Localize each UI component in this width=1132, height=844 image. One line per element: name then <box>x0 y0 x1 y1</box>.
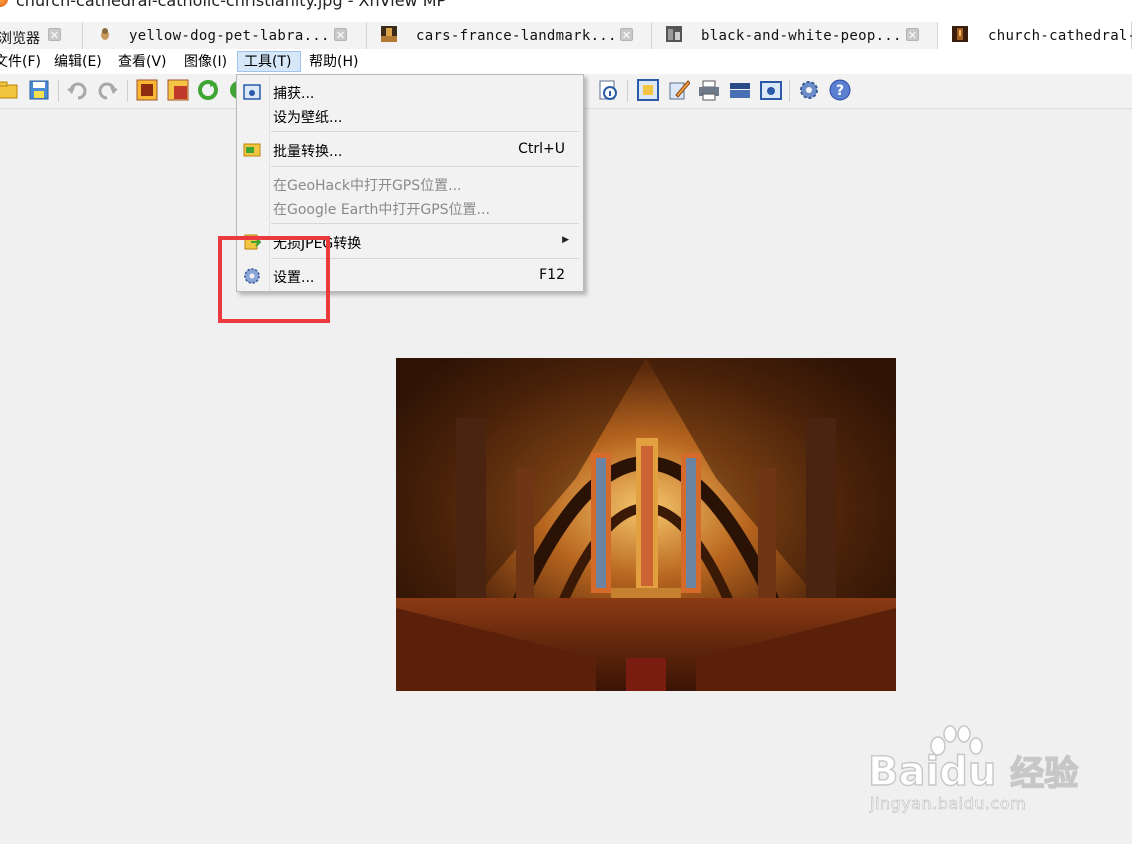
thumbnail-bw-people-icon <box>666 26 682 42</box>
watermark-url: jingyan.baidu.com <box>870 794 1027 814</box>
menu-item-set-wallpaper[interactable]: 设为壁纸... <box>237 104 583 128</box>
menu-item-label: 捕获... <box>273 86 315 102</box>
menu-item-label: 在Google Earth中打开GPS位置... <box>273 202 490 218</box>
menu-image[interactable]: 图像(I) <box>184 52 227 73</box>
redo-icon[interactable] <box>97 79 119 101</box>
menu-separator <box>271 131 579 132</box>
capture-icon[interactable] <box>760 79 782 101</box>
menu-help[interactable]: 帮助(H) <box>309 52 358 73</box>
thumbnail-church-icon <box>952 26 968 42</box>
tab-image-active[interactable]: church-cathedral-c <box>938 22 1132 49</box>
svg-text:?: ? <box>836 83 844 99</box>
toolbar-separator <box>627 80 628 102</box>
open-folder-icon[interactable] <box>0 79 20 101</box>
close-icon[interactable]: ✕ <box>620 28 633 42</box>
toolbar-separator <box>127 80 128 102</box>
menu-item-label: 在GeoHack中打开GPS位置... <box>273 178 462 194</box>
menu-file[interactable]: 文件(F) <box>0 52 41 73</box>
close-icon[interactable]: ✕ <box>48 28 61 42</box>
watermark-brand: Baidu 经验 <box>867 748 1079 795</box>
menu-separator <box>271 166 579 167</box>
menu-edit[interactable]: 编辑(E) <box>54 52 102 73</box>
edit-icon[interactable] <box>668 79 691 101</box>
print-icon[interactable] <box>698 79 720 101</box>
menu-item-batch-convert[interactable]: 批量转换... Ctrl+U <box>237 138 583 162</box>
app-icon <box>0 0 8 7</box>
menu-item-google-earth: 在Google Earth中打开GPS位置... <box>237 196 583 220</box>
tab-label: cars-france-landmark... <box>416 28 617 44</box>
title-bar: church-cathedral-catholic-christianity.j… <box>0 0 1132 22</box>
menu-item-shortcut: F12 <box>539 267 565 283</box>
help-icon[interactable]: ? <box>829 79 851 101</box>
menu-tools[interactable]: 工具(T) <box>237 51 301 72</box>
tab-label: black-and-white-peop... <box>701 28 902 44</box>
tab-image[interactable]: yellow-dog-pet-labra... ✕ <box>83 22 367 49</box>
capture-icon <box>243 84 261 100</box>
image-viewer-photo <box>396 358 896 691</box>
batch-convert-icon <box>243 143 261 157</box>
close-icon[interactable]: ✕ <box>906 28 919 42</box>
menu-item-capture[interactable]: 捕获... <box>237 80 583 104</box>
menu-view[interactable]: 查看(V) <box>118 52 167 73</box>
undo-icon[interactable] <box>66 79 88 101</box>
menu-separator <box>271 223 579 224</box>
menu-bar: 文件(F) 编辑(E) 查看(V) 图像(I) 工具(T) 帮助(H) <box>0 49 1132 74</box>
resize-icon[interactable] <box>167 79 189 101</box>
tab-label: yellow-dog-pet-labra... <box>129 28 330 44</box>
menu-item-label: 设为壁纸... <box>273 110 343 126</box>
save-icon[interactable] <box>28 79 50 101</box>
submenu-arrow-icon: ▶ <box>562 235 569 245</box>
tab-image[interactable]: black-and-white-peop... ✕ <box>652 22 938 49</box>
thumbnail-dog-icon <box>97 26 113 42</box>
crop-icon[interactable] <box>136 79 158 101</box>
annotation-highlight-box <box>218 236 330 323</box>
tab-bar: 浏览器 ✕ yellow-dog-pet-labra... ✕ cars-fra… <box>0 22 1132 50</box>
window-title: church-cathedral-catholic-christianity.j… <box>16 0 447 10</box>
thumbnail-cars-icon <box>381 26 397 42</box>
fit-window-icon[interactable] <box>637 79 659 101</box>
close-icon[interactable]: ✕ <box>334 28 347 42</box>
toolbar-separator <box>789 80 790 102</box>
tab-browser[interactable]: 浏览器 ✕ <box>0 22 83 49</box>
tab-label: church-cathedral-c <box>988 28 1132 44</box>
menu-item-geohack: 在GeoHack中打开GPS位置... <box>237 172 583 196</box>
info-icon[interactable] <box>597 79 619 101</box>
toolbar-separator <box>58 80 59 102</box>
settings-icon[interactable] <box>798 79 820 101</box>
menu-item-label: 批量转换... <box>273 144 343 160</box>
scanner-icon[interactable] <box>729 79 751 101</box>
tab-label: 浏览器 <box>0 31 40 47</box>
rotate-icon[interactable] <box>197 79 219 101</box>
baidu-jingyan-watermark: Baidu 经验 jingyan.baidu.com <box>866 722 1079 822</box>
tab-image[interactable]: cars-france-landmark... ✕ <box>367 22 652 49</box>
menu-item-shortcut: Ctrl+U <box>518 141 565 157</box>
